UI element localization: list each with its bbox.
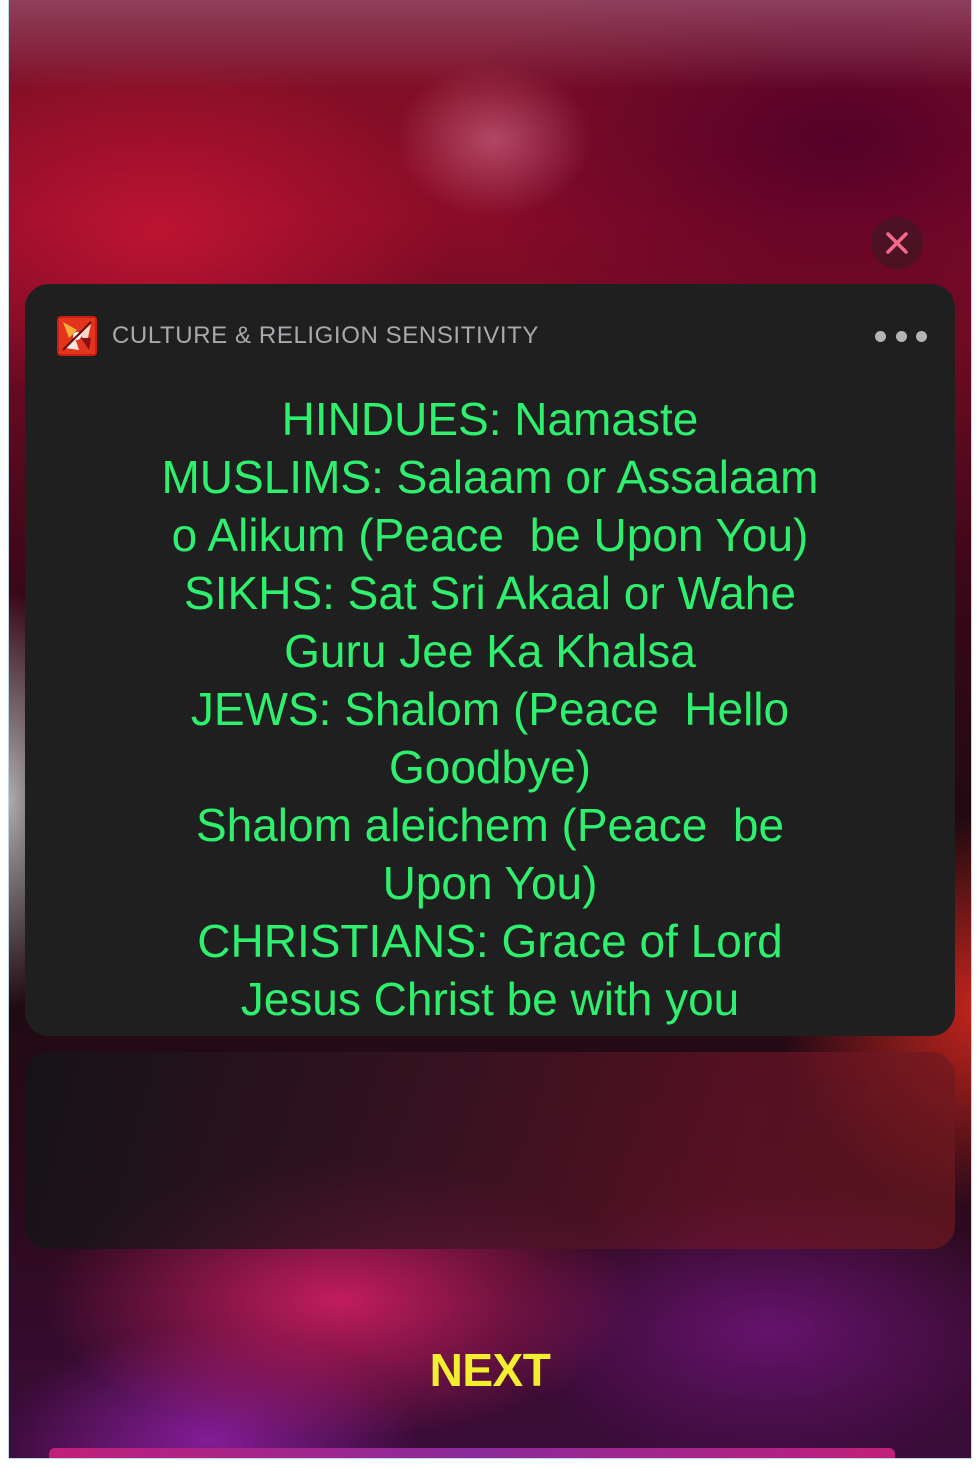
app-logo-icon xyxy=(57,316,97,356)
close-button[interactable] xyxy=(871,217,923,269)
message-line: CHRISTIANS: Grace of Lord xyxy=(197,915,783,967)
message-line: Guru Jee Ka Khalsa xyxy=(284,625,696,677)
message-line: SIKHS: Sat Sri Akaal or Wahe xyxy=(184,567,796,619)
message-line: Goodbye) xyxy=(388,741,591,793)
more-options-icon[interactable] xyxy=(875,321,927,351)
notification-message: HINDUES: Namaste MUSLIMS: Salaam or Assa… xyxy=(65,390,915,1028)
bottom-edge xyxy=(49,1448,895,1458)
app-name: CULTURE & RELIGION SENSITIVITY xyxy=(112,322,539,349)
secondary-panel xyxy=(25,1052,955,1249)
message-line: o Alikum (Peace be Upon You) xyxy=(171,509,809,561)
more-dot xyxy=(916,330,927,342)
message-line: JEWS: Shalom (Peace Hello xyxy=(190,683,790,735)
more-dot xyxy=(895,330,907,342)
message-line: MUSLIMS: Salaam or Assalaam xyxy=(161,451,819,503)
message-line: Shalom aleichem (Peace be xyxy=(195,799,785,851)
background-haze xyxy=(9,0,971,90)
message-line: HINDUES: Namaste xyxy=(281,393,699,445)
next-button[interactable]: NEXT xyxy=(390,1340,590,1400)
close-icon xyxy=(886,232,908,254)
more-dot xyxy=(875,330,886,342)
notification-card[interactable]: CULTURE & RELIGION SENSITIVITY HINDUES: … xyxy=(25,284,955,1036)
message-line: Jesus Christ be with you xyxy=(240,973,740,1025)
screen: CULTURE & RELIGION SENSITIVITY HINDUES: … xyxy=(8,0,972,1459)
message-line: Upon You) xyxy=(382,857,598,909)
notification-header: CULTURE & RELIGION SENSITIVITY xyxy=(57,316,927,356)
